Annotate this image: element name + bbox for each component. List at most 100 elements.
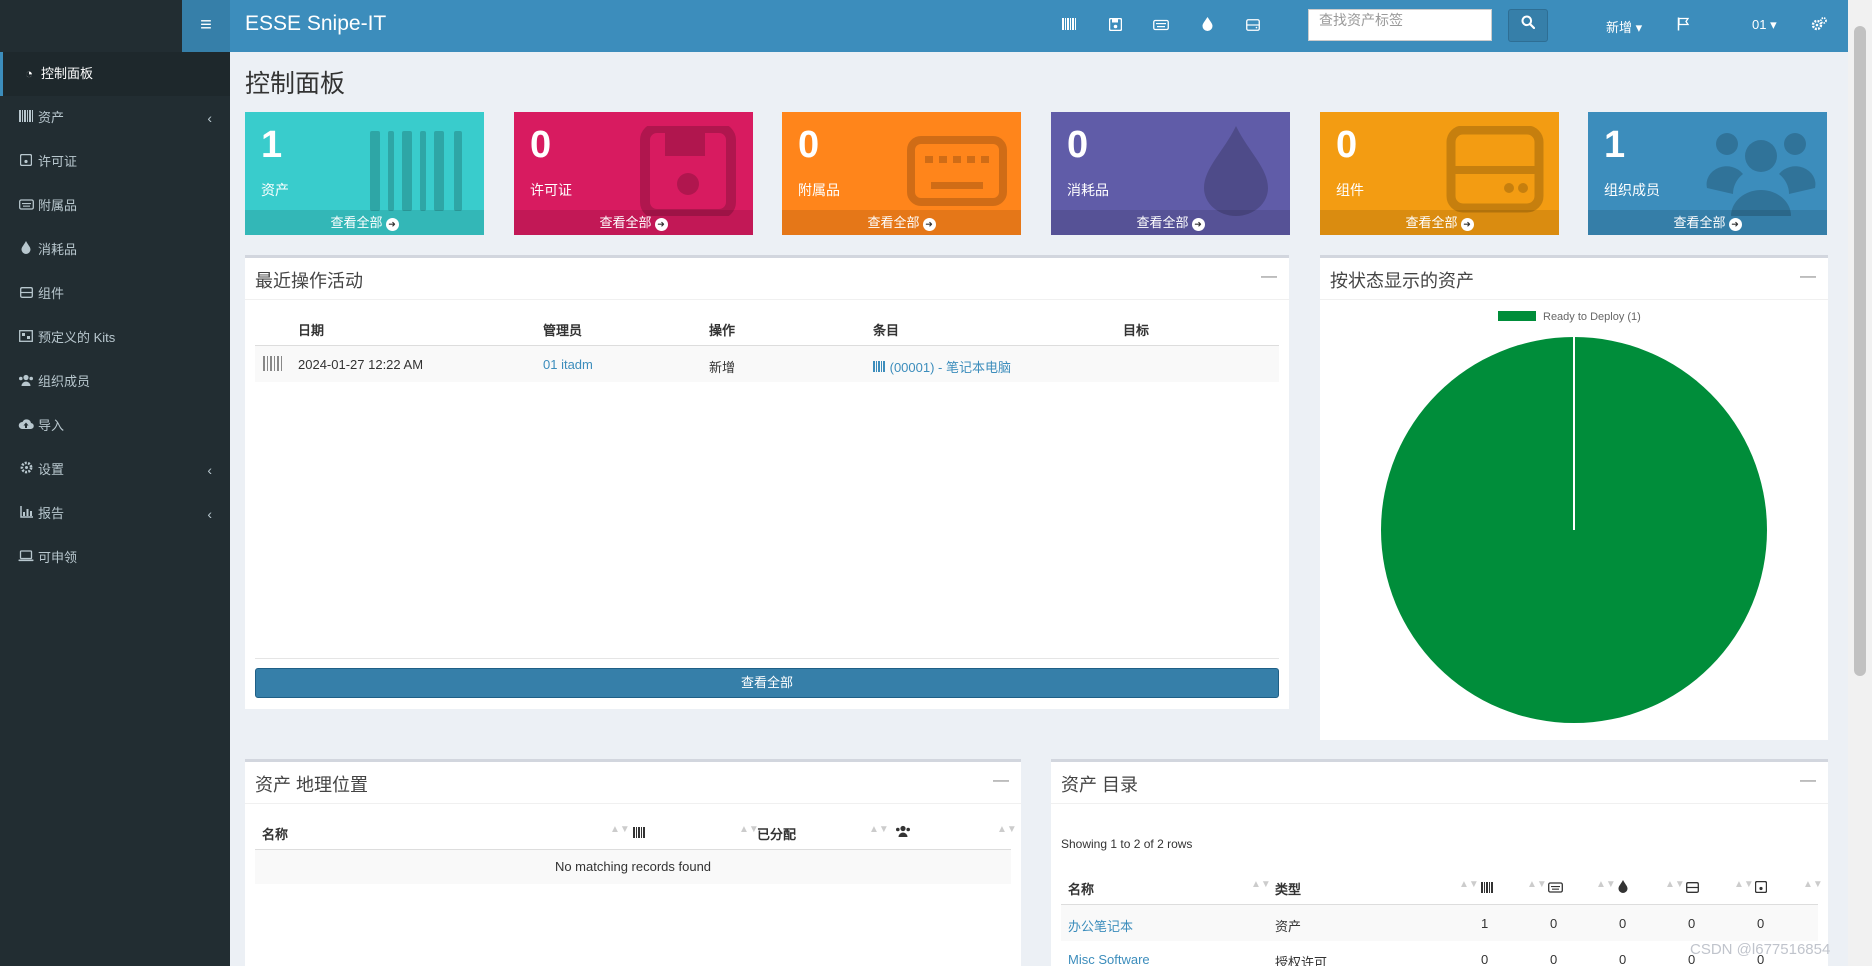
recent-activity-box: 最近操作活动 — 日期 管理员 操作 条目 目标 2024-01-27 12:2… — [245, 255, 1289, 709]
sort-icon[interactable]: ▲▼ — [1251, 879, 1271, 890]
sort-icon[interactable]: ▲▼ — [1596, 879, 1616, 890]
flag-icon[interactable] — [1672, 16, 1694, 36]
row-item-label: (00001) - 笔记本电脑 — [889, 360, 1011, 375]
sort-icon[interactable]: ▲▼ — [1803, 879, 1823, 890]
sort-icon[interactable]: ▲▼ — [1734, 879, 1754, 890]
row-item-link[interactable]: (00001) - 笔记本电脑 — [873, 357, 1011, 376]
sort-icon[interactable]: ▲▼ — [1527, 879, 1547, 890]
tile-view-all-link[interactable]: 查看全部 ➜ — [245, 210, 484, 235]
sidebar-item-licenses[interactable]: 许可证 — [0, 140, 230, 184]
count-components: 0 — [1688, 916, 1696, 931]
create-new-dropdown[interactable]: 新增 ▾ — [1606, 17, 1642, 36]
collapse-icon[interactable]: — — [1261, 268, 1277, 286]
sidebar-item-label: 控制面板 — [41, 66, 94, 81]
sidebar-item-dashboard[interactable]: ◔ 控制面板 — [0, 52, 230, 96]
category-type: 授权许可 — [1275, 955, 1328, 966]
count-consumables: 0 — [1619, 952, 1627, 966]
chevron-left-icon: ‹ — [207, 462, 212, 478]
tile-count: 0 — [798, 124, 820, 166]
assets-by-status-box: 按状态显示的资产 — Ready to Deploy (1) — [1320, 255, 1828, 740]
sidebar-item-components[interactable]: 组件 — [0, 272, 230, 316]
column-header-name[interactable]: 名称 — [1068, 879, 1094, 898]
sort-icon[interactable]: ▲▼ — [739, 824, 759, 835]
barcode-icon — [370, 131, 462, 211]
hdd-icon[interactable] — [1686, 881, 1699, 896]
arrow-circle-right-icon: ➜ — [922, 218, 936, 231]
scrollbar-thumb[interactable] — [1854, 26, 1866, 676]
sidebar-item-requestable[interactable]: 可申领 — [0, 536, 230, 580]
tile-view-all-link[interactable]: 查看全部 ➜ — [1051, 210, 1290, 235]
tile-view-all-link[interactable]: 查看全部 ➜ — [1320, 210, 1559, 235]
search-button[interactable] — [1508, 9, 1548, 42]
category-name-link[interactable]: Misc Software — [1068, 952, 1150, 966]
tile-users: 1 组织成员 查看全部 ➜ — [1588, 112, 1827, 235]
tile-label: 附属品 — [798, 182, 840, 198]
tile-view-all-link[interactable]: 查看全部 ➜ — [514, 210, 753, 235]
column-header-assigned[interactable]: 已分配 — [757, 824, 796, 843]
keyboard-icon[interactable] — [1548, 881, 1563, 896]
asset-categories-box: 资产 目录 — Showing 1 to 2 of 2 rows 名称 ▲▼ 类… — [1051, 759, 1828, 966]
sort-icon[interactable]: ▲▼ — [1665, 879, 1685, 890]
barcode-icon[interactable] — [633, 826, 647, 841]
tile-view-all-link[interactable]: 查看全部 ➜ — [782, 210, 1021, 235]
sidebar-item-accessories[interactable]: 附属品 — [0, 184, 230, 228]
view-all-label: 查看全部 — [1136, 215, 1189, 230]
category-name-link[interactable]: 办公笔记本 — [1068, 916, 1133, 935]
sidebar-item-import[interactable]: 导入 — [0, 404, 230, 448]
sort-icon[interactable]: ▲▼ — [997, 824, 1017, 835]
chevron-left-icon: ‹ — [207, 506, 212, 522]
sidebar-item-label: 组织成员 — [38, 374, 91, 389]
sidebar-item-label: 组件 — [38, 286, 65, 301]
cogs-icon[interactable] — [1808, 16, 1830, 36]
sidebar-item-assets[interactable]: 资产 ‹ — [0, 96, 230, 140]
sort-icon[interactable]: ▲▼ — [869, 824, 889, 835]
chart-icon — [18, 492, 34, 536]
app-brand[interactable]: ESSE Snipe-IT — [245, 12, 386, 36]
sidebar-item-reports[interactable]: 报告 ‹ — [0, 492, 230, 536]
page-scrollbar[interactable] — [1848, 0, 1872, 966]
cloud-upload-icon — [18, 404, 34, 448]
sidebar-item-settings[interactable]: 设置 ‹ — [0, 448, 230, 492]
row-admin-link[interactable]: 01 itadm — [543, 357, 593, 372]
collapse-icon[interactable]: — — [993, 772, 1009, 790]
users-icon — [18, 360, 34, 404]
top-navbar: ≡ ESSE Snipe-IT 查找资产标签 新增 ▾ 01 ▾ — [0, 0, 1848, 52]
sidebar-item-users[interactable]: 组织成员 — [0, 360, 230, 404]
column-header-target[interactable]: 目标 — [1123, 320, 1149, 339]
collapse-icon[interactable]: — — [1800, 772, 1816, 790]
keyboard-icon[interactable] — [1150, 16, 1172, 36]
hdd-icon[interactable] — [1242, 16, 1264, 36]
sort-icon[interactable]: ▲▼ — [610, 824, 630, 835]
collapse-icon[interactable]: — — [1800, 268, 1816, 286]
tile-view-all-link[interactable]: 查看全部 ➜ — [1588, 210, 1827, 235]
sort-icon[interactable]: ▲▼ — [1459, 879, 1479, 890]
sidebar-toggle-button[interactable]: ≡ — [182, 0, 230, 52]
column-header-admin[interactable]: 管理员 — [543, 320, 582, 339]
tint-icon — [1204, 126, 1268, 216]
barcode-icon[interactable] — [1058, 16, 1080, 36]
box-title: 资产 地理位置 — [255, 775, 369, 795]
tint-icon — [18, 228, 34, 272]
sidebar-item-consumables[interactable]: 消耗品 — [0, 228, 230, 272]
legend-label: Ready to Deploy (1) — [1543, 311, 1641, 323]
user-menu-dropdown[interactable]: 01 ▾ — [1752, 17, 1777, 33]
tint-icon[interactable] — [1196, 16, 1218, 36]
box-title: 按状态显示的资产 — [1330, 271, 1474, 291]
sidebar: ◔ 控制面板 资产 ‹ 许可证 附属品 消耗品 组件 预定义的 Kits 组织成… — [0, 52, 230, 966]
legend-swatch — [1498, 311, 1536, 321]
save-icon — [640, 126, 736, 216]
column-header-name[interactable]: 名称 — [262, 824, 288, 843]
save-icon[interactable] — [1104, 16, 1126, 36]
column-header-type[interactable]: 类型 — [1275, 879, 1301, 898]
asset-tag-search-input[interactable]: 查找资产标签 — [1308, 9, 1492, 41]
tint-icon[interactable] — [1618, 880, 1628, 896]
sidebar-item-kits[interactable]: 预定义的 Kits — [0, 316, 230, 360]
barcode-icon[interactable] — [1481, 881, 1495, 896]
chevron-left-icon: ‹ — [207, 110, 212, 126]
users-icon[interactable] — [895, 825, 911, 840]
column-header-action[interactable]: 操作 — [709, 320, 735, 339]
view-all-activity-button[interactable]: 查看全部 — [255, 668, 1279, 698]
column-header-date[interactable]: 日期 — [298, 320, 324, 339]
save-icon[interactable] — [1754, 880, 1768, 896]
column-header-item[interactable]: 条目 — [873, 320, 899, 339]
